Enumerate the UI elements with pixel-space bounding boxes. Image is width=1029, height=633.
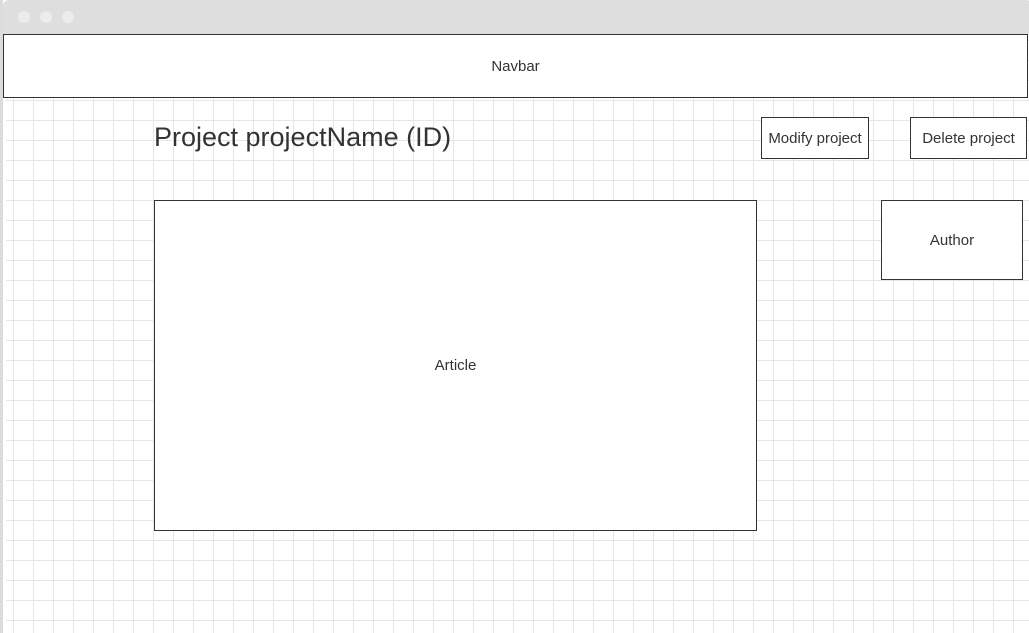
author-panel: Author [881,200,1023,280]
author-label: Author [929,231,975,249]
window-titlebar [3,0,1029,34]
modify-project-button[interactable]: Modify project [761,117,869,159]
delete-project-button[interactable]: Delete project [910,117,1027,159]
window-maximize-icon[interactable] [62,11,74,23]
article-label: Article [434,357,477,374]
modify-project-label: Modify project [768,129,862,147]
window-close-icon[interactable] [18,11,30,23]
navbar: Navbar [3,34,1028,98]
navbar-label: Navbar [491,57,540,75]
delete-project-label: Delete project [922,129,1015,147]
page-title: Project projectName (ID) [154,122,452,152]
window-minimize-icon[interactable] [40,11,52,23]
article-panel: Article [154,200,757,531]
